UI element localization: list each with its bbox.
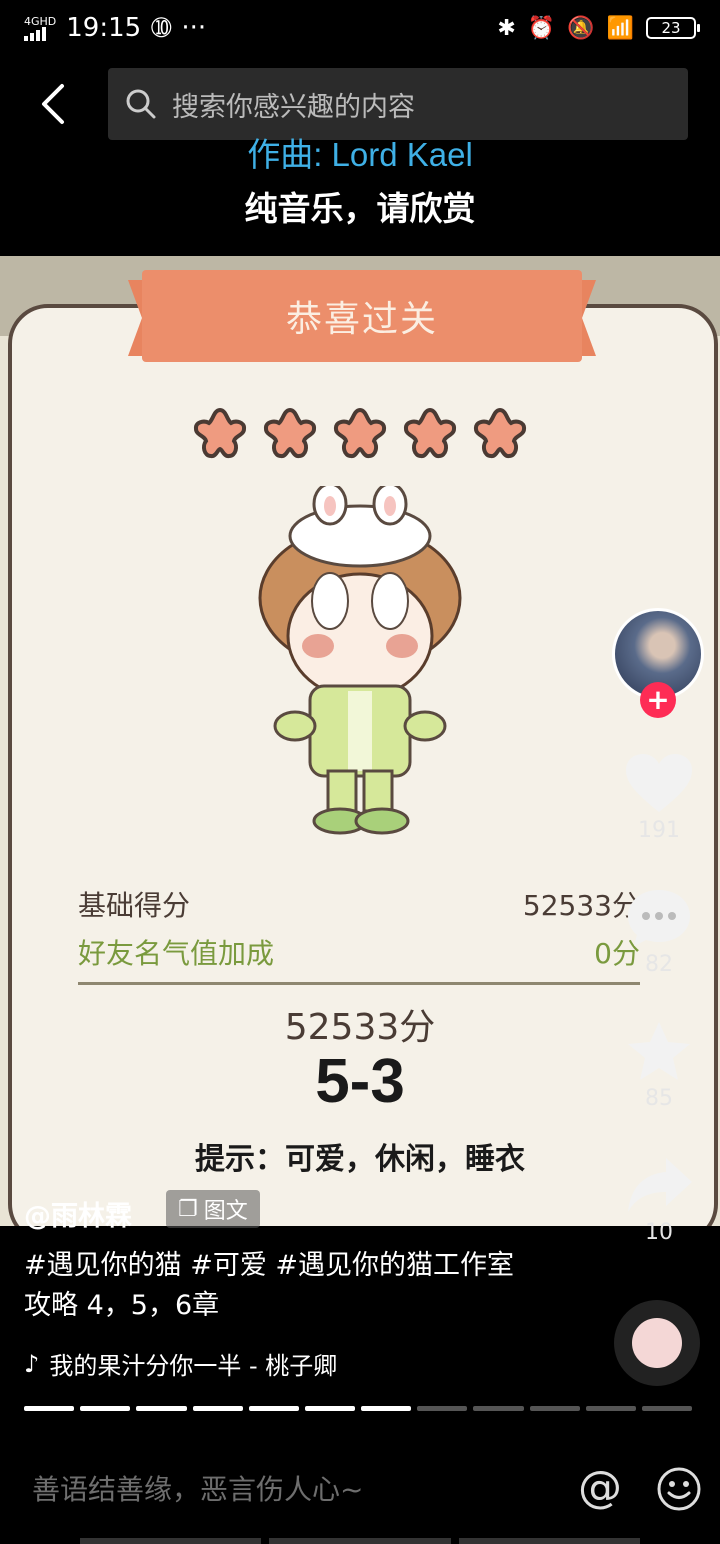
flower-star-icon bbox=[333, 407, 387, 459]
progress-segment bbox=[80, 1406, 131, 1411]
comment-icon bbox=[628, 890, 690, 946]
composer-credit: 作曲: Lord Kael bbox=[247, 136, 473, 173]
follow-plus: + bbox=[646, 683, 670, 716]
favorite-button[interactable]: 85 bbox=[620, 1020, 698, 1111]
banner-text: 恭喜过关 bbox=[285, 299, 438, 340]
comment-input[interactable]: 善语结善缘，恶言伤人心~ bbox=[32, 1468, 363, 1508]
progress-segment bbox=[417, 1406, 468, 1411]
flower-star-icon bbox=[403, 407, 457, 459]
progress-segment bbox=[304, 1406, 356, 1411]
progress-segment bbox=[473, 1406, 524, 1411]
comment-bar: 善语结善缘，恶言伤人心~ @ bbox=[0, 1430, 720, 1544]
image-progress-indicator bbox=[24, 1406, 693, 1411]
progress-segment bbox=[24, 1406, 75, 1411]
music-note-icon: ♪ bbox=[24, 1349, 40, 1378]
favorite-count: 85 bbox=[645, 1086, 673, 1111]
like-button[interactable]: 191 bbox=[620, 752, 698, 843]
heart-icon bbox=[626, 754, 692, 812]
comment-button[interactable]: 82 bbox=[620, 886, 698, 977]
rating-stars bbox=[190, 404, 530, 468]
like-count: 191 bbox=[638, 818, 680, 843]
mute-icon: 🔕 bbox=[567, 15, 595, 41]
progress-segment bbox=[585, 1406, 636, 1411]
bluetooth-icon: ✱ bbox=[497, 15, 516, 41]
wifi-icon: 📶 bbox=[606, 15, 634, 41]
bonus-label: 好友名气值加成 bbox=[78, 937, 275, 970]
progress-segment bbox=[641, 1406, 693, 1411]
success-banner: 恭喜过关 bbox=[128, 270, 596, 362]
music-subtitle: 纯音乐，请欣赏 bbox=[244, 189, 476, 228]
post-description[interactable]: #遇见你的猫 #可爱 #遇见你的猫工作室攻略 4，5，6章 bbox=[24, 1246, 524, 1326]
progress-segment bbox=[248, 1406, 299, 1411]
more-status: ··· bbox=[181, 13, 207, 43]
share-count: 10 bbox=[645, 1220, 673, 1245]
score-breakdown: 基础得分 52533分 好友名气值加成 0分 bbox=[78, 884, 640, 985]
gallery-icon: ❐ bbox=[178, 1196, 198, 1222]
status-bar: 4GHD 19:15 ➉ ··· ✱ ⏰ 🔕 📶 23 bbox=[0, 0, 720, 56]
sync-icon: ➉ bbox=[151, 14, 172, 42]
alarm-icon: ⏰ bbox=[527, 15, 556, 41]
music-cover bbox=[632, 1318, 682, 1368]
hint-text: 提示：可爱，休闲，睡衣 bbox=[195, 1142, 525, 1177]
total-score: 52533分 bbox=[284, 1007, 436, 1048]
search-placeholder: 搜索你感兴趣的内容 bbox=[172, 91, 415, 123]
progress-segment bbox=[361, 1406, 412, 1411]
signal-icon: 4GHD bbox=[24, 16, 56, 41]
follow-button[interactable]: + bbox=[640, 682, 676, 718]
progress-segment bbox=[529, 1406, 580, 1411]
music-title: 我的果汁分你一半 - 桃子卿 bbox=[49, 1352, 338, 1380]
post-image[interactable]: 恭喜过关 基础得分 52533分 好友名气值加成 0分 52533分 5-3 提… bbox=[0, 256, 720, 1226]
mention-icon[interactable]: @ bbox=[578, 1462, 622, 1513]
battery-icon: 23 bbox=[646, 17, 700, 39]
share-button[interactable]: 10 bbox=[620, 1154, 698, 1245]
emoji-icon[interactable] bbox=[656, 1466, 702, 1512]
battery-level: 23 bbox=[661, 19, 681, 37]
author-name[interactable]: @雨林霖 bbox=[24, 1194, 132, 1233]
comment-count: 82 bbox=[645, 952, 673, 977]
share-icon bbox=[628, 1158, 692, 1212]
level-number: 5-3 bbox=[315, 1047, 405, 1116]
score-divider bbox=[78, 982, 640, 985]
network-type: 4GHD bbox=[24, 14, 57, 28]
character-illustration bbox=[258, 486, 462, 835]
post-type-badge: ❐ 图文 bbox=[166, 1190, 260, 1228]
flower-star-icon bbox=[473, 407, 527, 459]
search-icon bbox=[126, 89, 156, 119]
bonus-score-row: 好友名气值加成 0分 bbox=[78, 932, 640, 972]
music-disc[interactable] bbox=[614, 1300, 700, 1386]
progress-segment bbox=[192, 1406, 243, 1411]
post-type-label: 图文 bbox=[203, 1199, 248, 1224]
flower-star-icon bbox=[263, 407, 317, 459]
music-info[interactable]: ♪ 我的果汁分你一半 - 桃子卿 bbox=[24, 1346, 337, 1381]
progress-segment bbox=[136, 1406, 187, 1411]
base-score-row: 基础得分 52533分 bbox=[78, 884, 640, 924]
base-score-label: 基础得分 bbox=[78, 889, 191, 922]
star-icon bbox=[628, 1022, 690, 1080]
bottom-handle bbox=[80, 1538, 640, 1544]
back-arrow-icon[interactable] bbox=[34, 82, 74, 126]
flower-star-icon bbox=[193, 407, 247, 459]
clock: 19:15 bbox=[66, 13, 142, 43]
